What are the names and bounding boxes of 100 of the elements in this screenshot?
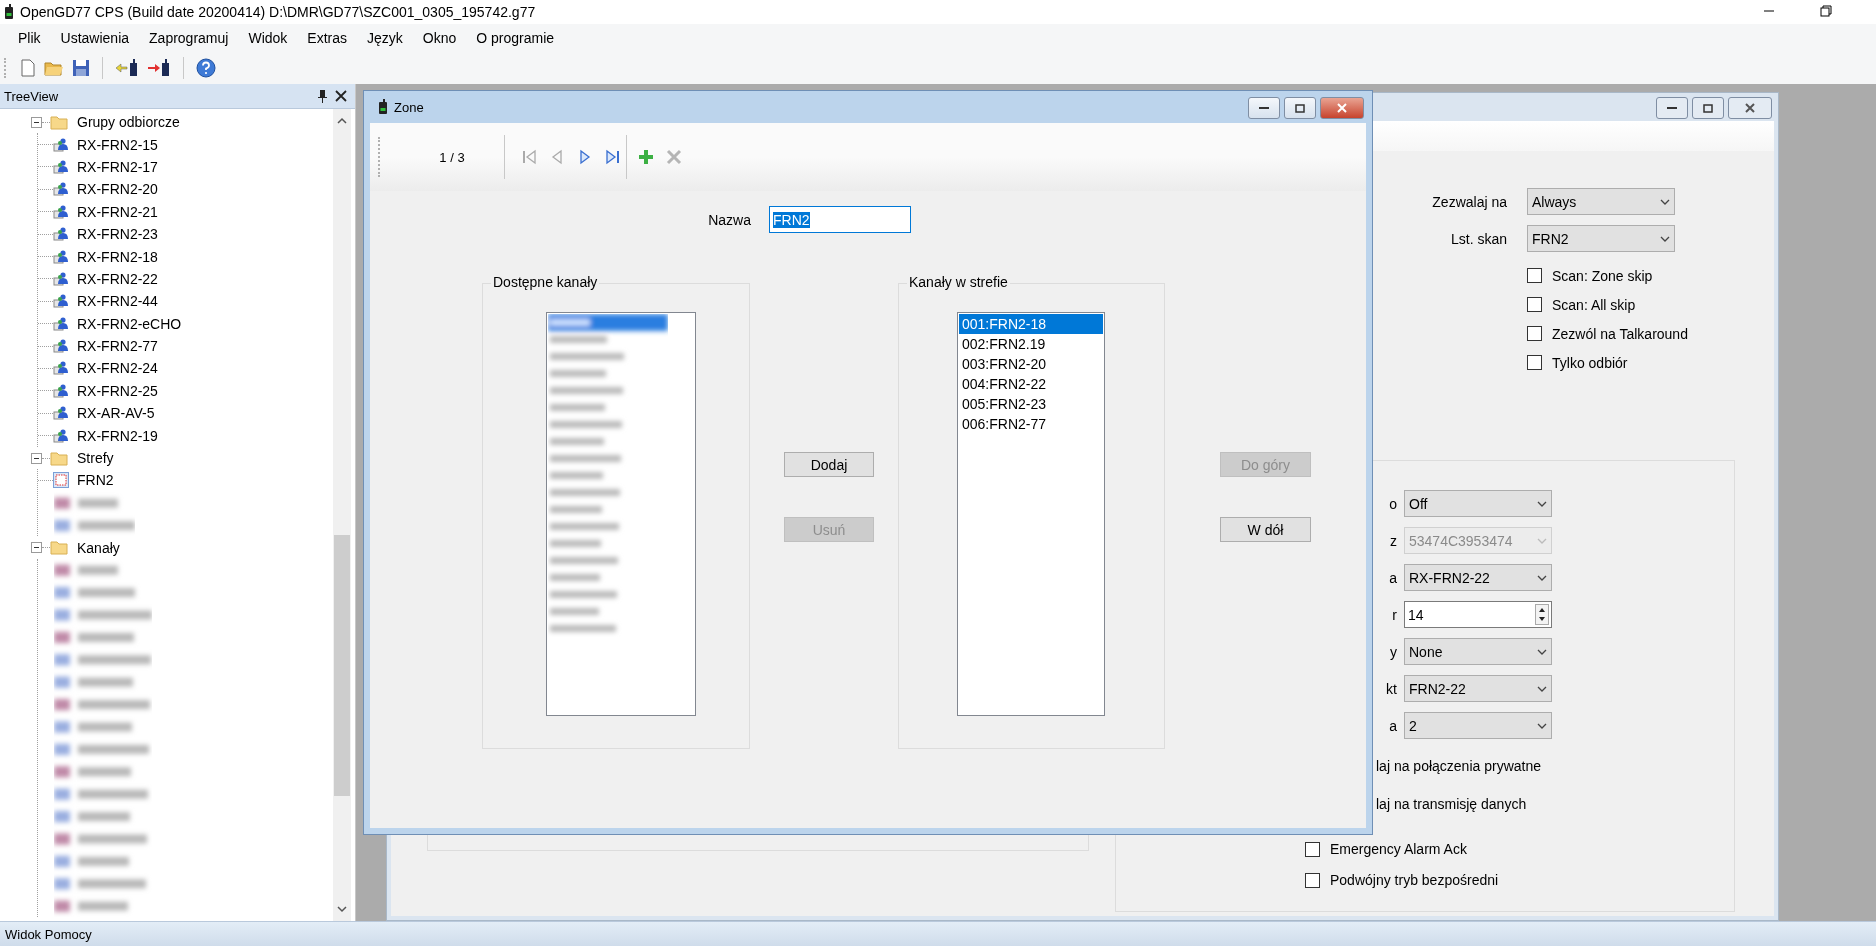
people-icon — [53, 226, 69, 243]
tree-item[interactable]: RX-FRN2-24 — [77, 360, 158, 377]
tree-item[interactable]: RX-FRN2-19 — [77, 427, 158, 444]
list-box[interactable]: 001:FRN2-18 002:FRN2.19 003:FRN2-20 004:FRN2-22 005:FRN2-23 006:FRN2-77 — [957, 312, 1105, 716]
collapse-icon[interactable] — [31, 452, 42, 464]
people-icon — [53, 270, 69, 287]
tree-item[interactable]: RX-FRN2-44 — [77, 293, 158, 310]
spin-field[interactable]: 14 — [1404, 601, 1552, 628]
restore-icon — [1295, 103, 1305, 113]
tree-folder-label[interactable]: Kanały — [77, 539, 120, 556]
checkbox[interactable] — [1527, 355, 1542, 370]
menu-item[interactable]: Plik — [8, 26, 51, 50]
tree-item[interactable]: RX-FRN2-17 — [77, 158, 158, 175]
dropdown[interactable]: 2 — [1404, 712, 1552, 739]
tree-folder-label[interactable]: Grupy odbiorcze — [77, 114, 180, 131]
move-button[interactable]: W dół — [1220, 517, 1311, 542]
list-item[interactable]: 004:FRN2-22 — [959, 374, 1103, 394]
list-item[interactable]: 005:FRN2-23 — [959, 394, 1103, 414]
tree-item[interactable]: RX-FRN2-77 — [77, 338, 158, 355]
scroll-down-icon[interactable] — [337, 905, 347, 913]
chevron-down-icon — [1537, 685, 1547, 692]
help-icon[interactable] — [196, 58, 216, 78]
app-icon — [4, 4, 14, 20]
checkbox-label: laj na transmisję danych — [1376, 796, 1527, 812]
minimize-button[interactable] — [1248, 97, 1280, 119]
field-label: Nazwa — [707, 211, 751, 228]
list-item[interactable]: 001:FRN2-18 — [959, 314, 1103, 334]
checkbox[interactable] — [1527, 297, 1542, 312]
list-item[interactable]: 006:FRN2-77 — [959, 414, 1103, 434]
chevron-down-icon — [1660, 198, 1670, 205]
menu-item[interactable]: Zaprogramuj — [139, 26, 239, 50]
read-radio-icon[interactable] — [115, 59, 139, 77]
scrollbar[interactable] — [333, 109, 351, 921]
list-item[interactable]: 003:FRN2-20 — [959, 354, 1103, 374]
tree-item[interactable]: RX-FRN2-21 — [77, 203, 158, 220]
checkbox[interactable] — [1305, 872, 1320, 888]
people-icon — [53, 382, 69, 399]
checkbox[interactable] — [1527, 268, 1542, 283]
status-text: Widok Pomocy — [5, 926, 92, 942]
chevron-down-icon — [1537, 574, 1547, 581]
restore-button[interactable] — [1284, 97, 1316, 119]
zone-icon — [53, 472, 69, 489]
checkbox-label: Scan: Zone skip — [1552, 267, 1653, 284]
tree-item[interactable]: RX-FRN2-23 — [77, 226, 158, 243]
tree-item[interactable]: RX-FRN2-eCHO — [77, 315, 182, 332]
folder-icon — [50, 540, 68, 556]
menu-item[interactable]: O programie — [466, 26, 565, 50]
collapse-icon[interactable] — [31, 542, 42, 554]
tree-item[interactable]: RX-FRN2-20 — [77, 181, 158, 198]
dropdown[interactable]: FRN2 — [1527, 225, 1675, 252]
dropdown[interactable]: FRN2-22 — [1404, 675, 1552, 702]
dropdown[interactable]: RX-FRN2-22 — [1404, 564, 1552, 591]
list-item[interactable]: 002:FRN2.19 — [959, 334, 1103, 354]
spinner-arrows-icon — [1535, 604, 1549, 625]
people-icon — [53, 136, 69, 153]
folder-icon — [50, 450, 68, 466]
panel-title: TreeView — [4, 88, 60, 104]
scroll-up-icon[interactable] — [337, 117, 347, 125]
save-icon[interactable] — [72, 59, 90, 77]
close-button[interactable] — [1320, 97, 1364, 119]
menu-item[interactable]: Okno — [412, 26, 467, 50]
tree-item[interactable]: FRN2 — [77, 472, 114, 489]
restore-icon — [1703, 103, 1713, 113]
restore-button[interactable] — [1692, 97, 1724, 119]
people-icon — [53, 405, 69, 422]
minimize-button[interactable] — [1656, 97, 1688, 119]
chevron-down-icon — [1660, 235, 1670, 242]
pin-icon[interactable] — [317, 89, 327, 103]
tree-item[interactable]: RX-AR-AV-5 — [77, 405, 155, 422]
dropdown[interactable]: Always — [1527, 188, 1675, 215]
menu-item[interactable]: Extras — [297, 26, 357, 50]
tree-item[interactable]: RX-FRN2-15 — [77, 136, 158, 153]
name-field[interactable]: FRN2 — [769, 206, 911, 233]
tree-item[interactable]: RX-FRN2-25 — [77, 382, 158, 399]
checkbox[interactable] — [1305, 841, 1320, 857]
tree-item[interactable]: RX-FRN2-22 — [77, 270, 158, 287]
field-label: Zezwalaj na — [1431, 193, 1507, 210]
people-icon — [53, 158, 69, 175]
menu-item[interactable]: Widok — [238, 26, 298, 50]
field-label: a — [1388, 717, 1397, 734]
write-radio-icon[interactable] — [147, 59, 171, 77]
collapse-icon[interactable] — [31, 116, 42, 128]
dropdown[interactable]: Off — [1404, 490, 1552, 517]
add-icon[interactable] — [638, 149, 654, 165]
list-box[interactable] — [546, 312, 696, 716]
action-button[interactable]: Dodaj — [784, 452, 874, 477]
close-button[interactable] — [1728, 97, 1772, 119]
radio-icon — [378, 99, 388, 115]
new-file-icon[interactable] — [20, 59, 36, 77]
close-icon[interactable] — [335, 90, 347, 102]
dropdown[interactable]: None — [1404, 638, 1552, 665]
restore-icon[interactable] — [1819, 4, 1833, 18]
menu-item[interactable]: Ustawienia — [50, 26, 140, 50]
checkbox[interactable] — [1527, 326, 1542, 341]
last-record-icon[interactable] — [605, 149, 621, 165]
tree-folder-label[interactable]: Strefy — [77, 450, 114, 467]
people-icon — [53, 248, 69, 265]
menu-item[interactable]: Język — [357, 26, 413, 50]
tree-item[interactable]: RX-FRN2-18 — [77, 248, 158, 265]
checkbox-label: Podwójny tryb bezpośredni — [1330, 872, 1499, 888]
